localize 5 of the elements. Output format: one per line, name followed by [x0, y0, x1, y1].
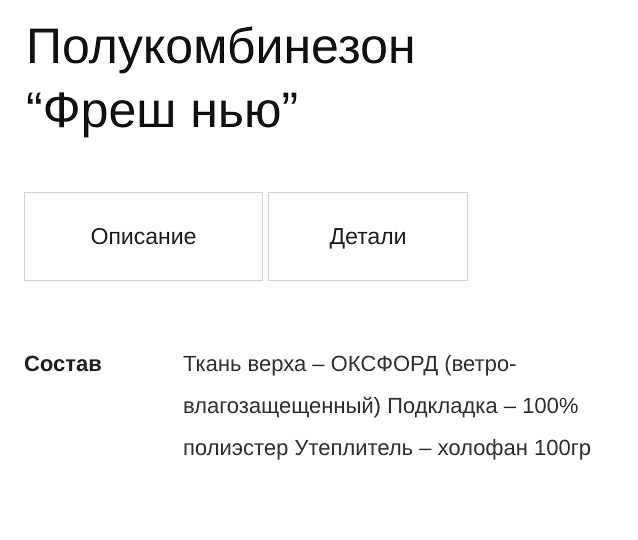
- detail-label: Состав: [24, 350, 103, 378]
- product-title: Полукомбинезон “Фреш нью”: [26, 17, 417, 140]
- detail-value: Ткань верха – ОКСФОРД (ветро-влагозащещенный) Подкладка – 100% полиэстер Утеплитель – холофан 100гр: [183, 350, 592, 462]
- tab[interactable]: Описание: [24, 192, 263, 281]
- tab[interactable]: Детали: [268, 192, 468, 281]
